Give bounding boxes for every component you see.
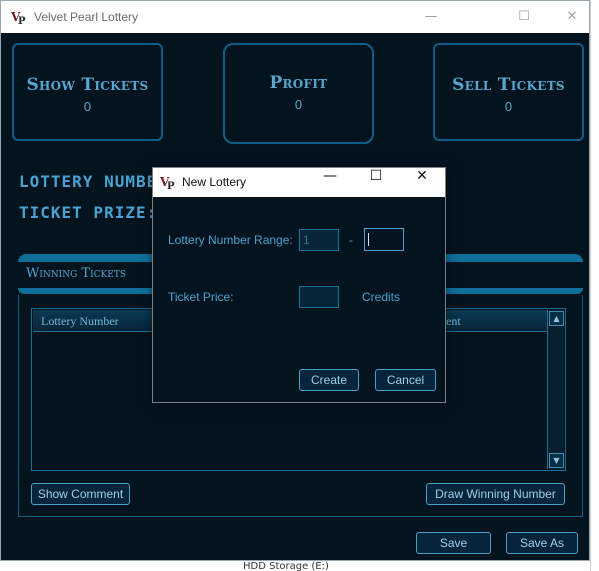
maximize-button[interactable]: ☐ — [501, 1, 547, 33]
show-tickets-card[interactable]: Show Tickets 0 — [12, 43, 163, 141]
save-button[interactable]: Save — [416, 532, 491, 554]
dialog-close-button[interactable]: ✕ — [399, 168, 445, 197]
ticket-price-label: Ticket Price: — [168, 290, 234, 304]
svg-text:P: P — [167, 181, 175, 191]
profit-label: Profit — [269, 73, 328, 93]
range-to-input[interactable] — [364, 228, 404, 251]
profit-card[interactable]: Profit 0 — [223, 43, 374, 144]
draw-winning-number-button[interactable]: Draw Winning Number — [426, 483, 565, 505]
background-window-edge — [590, 0, 599, 571]
show-tickets-count: 0 — [83, 99, 92, 114]
new-lottery-dialog: V P New Lottery — ☐ ✕ Lottery Number Ran… — [152, 167, 446, 403]
sell-tickets-card[interactable]: Sell Tickets 0 — [433, 43, 584, 141]
close-button[interactable]: ✕ — [549, 1, 595, 33]
winning-tickets-title[interactable]: Winning Tickets — [26, 266, 126, 281]
cancel-button[interactable]: Cancel — [375, 369, 436, 391]
show-comment-button[interactable]: Show Comment — [31, 483, 130, 505]
credits-unit-label: Credits — [362, 290, 401, 304]
window-title: Velvet Pearl Lottery — [34, 10, 139, 24]
profit-value: 0 — [294, 97, 303, 112]
dialog-title: New Lottery — [182, 175, 247, 189]
app-logo-icon: V P — [160, 175, 175, 191]
lottery-number-label: LOTTERY NUMBER — [19, 172, 168, 191]
show-tickets-label: Show Tickets — [26, 75, 149, 95]
sell-tickets-label: Sell Tickets — [452, 75, 565, 95]
svg-text:P: P — [18, 16, 26, 26]
save-as-button[interactable]: Save As — [506, 532, 578, 554]
minimize-button[interactable]: — — [408, 1, 454, 33]
dialog-title-bar[interactable]: V P New Lottery — ☐ ✕ — [153, 168, 445, 197]
table-scrollbar[interactable]: ▲ ▼ — [547, 310, 564, 469]
column-header-comment[interactable]: ent — [446, 314, 461, 329]
ticket-price-input[interactable] — [299, 286, 339, 308]
sell-tickets-count: 0 — [504, 99, 513, 114]
range-separator: - — [349, 233, 353, 247]
create-button[interactable]: Create — [299, 369, 359, 391]
scroll-up-arrow-icon[interactable]: ▲ — [549, 311, 564, 326]
title-bar[interactable]: V P Velvet Pearl Lottery — ☐ ✕ — [1, 1, 589, 33]
background-drive-label: HDD Storage (E:) — [243, 561, 329, 571]
dialog-minimize-button[interactable]: — — [307, 168, 353, 197]
text-cursor — [368, 233, 369, 247]
scroll-down-arrow-icon[interactable]: ▼ — [549, 453, 564, 468]
column-header-lottery-number[interactable]: Lottery Number — [41, 314, 119, 329]
ticket-prize-label: TICKET PRIZE: — [19, 203, 158, 222]
app-logo-icon: V P — [11, 10, 26, 26]
dialog-maximize-button[interactable]: ☐ — [353, 168, 399, 197]
range-from-input[interactable]: 1 — [299, 229, 339, 251]
range-label: Lottery Number Range: — [168, 233, 293, 247]
background-window-strip: HDD Storage (E:) — [0, 561, 590, 571]
